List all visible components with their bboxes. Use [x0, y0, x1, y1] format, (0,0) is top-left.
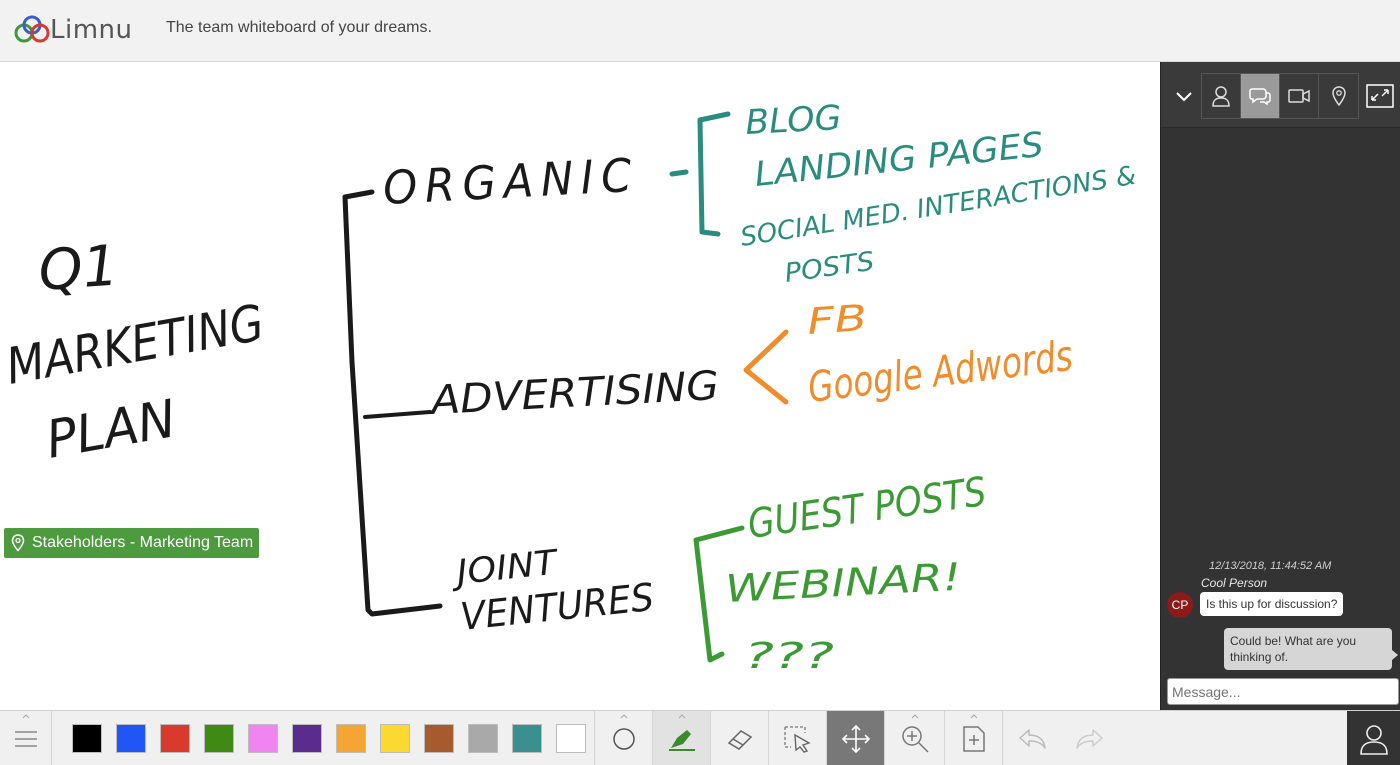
ink-title-line-3: PLAN — [42, 389, 180, 471]
caret-up-icon — [620, 714, 627, 719]
marker-tool-button[interactable] — [653, 711, 711, 765]
ink-bracket-black — [342, 189, 443, 617]
eraser-icon — [727, 729, 752, 750]
user-icon — [1359, 724, 1388, 755]
eraser-tool-button[interactable] — [711, 711, 769, 765]
map-pin-icon — [1331, 86, 1346, 106]
undo-icon — [1019, 728, 1046, 749]
color-swatch[interactable] — [336, 724, 366, 753]
menu-icon — [14, 730, 37, 747]
ink-bracket-teal — [669, 111, 731, 237]
ink-joint-item-3: ??? — [744, 636, 834, 677]
color-swatch[interactable] — [424, 724, 454, 753]
ink-joint-item-1: GUEST POSTS — [745, 469, 989, 548]
side-panel-header — [1161, 62, 1400, 128]
ink-organic-item-4: POSTS — [783, 247, 876, 289]
color-swatch[interactable] — [468, 724, 498, 753]
ink-title-line-1: Q1 — [36, 234, 120, 304]
side-panel-tabs — [1201, 73, 1359, 119]
select-tool-button[interactable] — [769, 711, 827, 765]
redo-icon — [1076, 728, 1103, 749]
ink-advertising-item-2: Google Adwords — [805, 331, 1075, 412]
map-pin-icon — [11, 534, 25, 552]
limnu-logo-icon — [14, 15, 50, 43]
message-input[interactable] — [1167, 678, 1399, 705]
color-swatch[interactable] — [292, 724, 322, 753]
add-page-icon — [962, 725, 985, 752]
tab-locations[interactable] — [1319, 74, 1358, 118]
ink-branch-organic: ORGANIC — [382, 148, 640, 215]
ink-title-line-2: MARKETING — [2, 294, 268, 396]
caret-up-icon — [970, 714, 977, 719]
redo-button[interactable] — [1061, 711, 1119, 765]
tagline: The team whiteboard of your dreams. — [166, 19, 432, 36]
chat-message-incoming: Is this up for discussion? — [1200, 592, 1344, 616]
circle-shape-icon — [612, 727, 635, 750]
shape-tool-button[interactable] — [595, 711, 653, 765]
move-icon — [841, 724, 870, 753]
ink-branch-line — [363, 410, 432, 419]
select-icon — [783, 725, 811, 753]
tab-video[interactable] — [1280, 74, 1319, 118]
caret-up-icon — [22, 714, 29, 719]
tab-chat[interactable] — [1241, 74, 1280, 118]
location-tag-label: Stakeholders - Marketing Team — [32, 534, 254, 551]
limnu-logo[interactable]: Limnu — [12, 8, 152, 52]
color-swatch[interactable] — [556, 724, 586, 753]
chat-timestamp: 12/13/2018, 11:44:52 AM — [1209, 560, 1332, 572]
undo-button[interactable] — [1003, 711, 1061, 765]
add-page-button[interactable] — [945, 711, 1003, 765]
app-name: Limnu — [50, 15, 133, 45]
color-swatch[interactable] — [512, 724, 542, 753]
video-icon — [1288, 89, 1310, 103]
side-panel: 12/13/2018, 11:44:52 AM Cool Person CP I… — [1160, 62, 1400, 710]
ink-branch-advertising: ADVERTISING — [427, 363, 720, 424]
fullscreen-button[interactable] — [1365, 82, 1395, 110]
ink-layer[interactable]: Q1 MARKETING PLAN ORGANIC ADVERTISING JO… — [0, 62, 1160, 710]
chevron-down-icon — [1176, 92, 1192, 102]
whiteboard-canvas[interactable]: Q1 MARKETING PLAN ORGANIC ADVERTISING JO… — [0, 62, 1160, 710]
color-swatch[interactable] — [116, 724, 146, 753]
ink-organic-item-1: BLOG — [744, 98, 842, 143]
chat-message-outgoing: Could be! What are you thinking of. — [1224, 628, 1398, 670]
caret-up-icon — [911, 714, 918, 719]
color-swatch[interactable] — [248, 724, 278, 753]
color-palette — [52, 711, 595, 765]
chat-sender-name: Cool Person — [1201, 576, 1268, 590]
chat-icon — [1249, 88, 1271, 106]
caret-up-icon — [678, 714, 685, 719]
header: Limnu The team whiteboard of your dreams… — [0, 0, 1400, 62]
user-profile-button[interactable] — [1347, 711, 1400, 765]
zoom-in-icon — [901, 725, 929, 753]
color-swatch[interactable] — [160, 724, 190, 753]
user-icon — [1212, 86, 1230, 107]
collapse-panel-button[interactable] — [1171, 84, 1197, 108]
color-swatch[interactable] — [204, 724, 234, 753]
ink-bracket-orange — [743, 329, 789, 405]
avatar[interactable]: CP — [1167, 592, 1193, 618]
tab-users[interactable] — [1202, 74, 1241, 118]
color-swatch[interactable] — [72, 724, 102, 753]
limnu-app: Limnu The team whiteboard of your dreams… — [0, 0, 1400, 765]
zoom-button[interactable] — [885, 711, 945, 765]
ink-advertising-item-1: FB — [806, 298, 869, 343]
bottom-toolbar — [0, 710, 1400, 765]
color-swatch[interactable] — [380, 724, 410, 753]
location-tag[interactable]: Stakeholders - Marketing Team — [4, 528, 260, 558]
ink-joint-item-2: WEBINAR! — [724, 555, 962, 611]
menu-button[interactable] — [0, 711, 52, 765]
marker-icon — [668, 729, 695, 751]
move-tool-button[interactable] — [827, 711, 885, 765]
fullscreen-icon — [1366, 84, 1394, 108]
